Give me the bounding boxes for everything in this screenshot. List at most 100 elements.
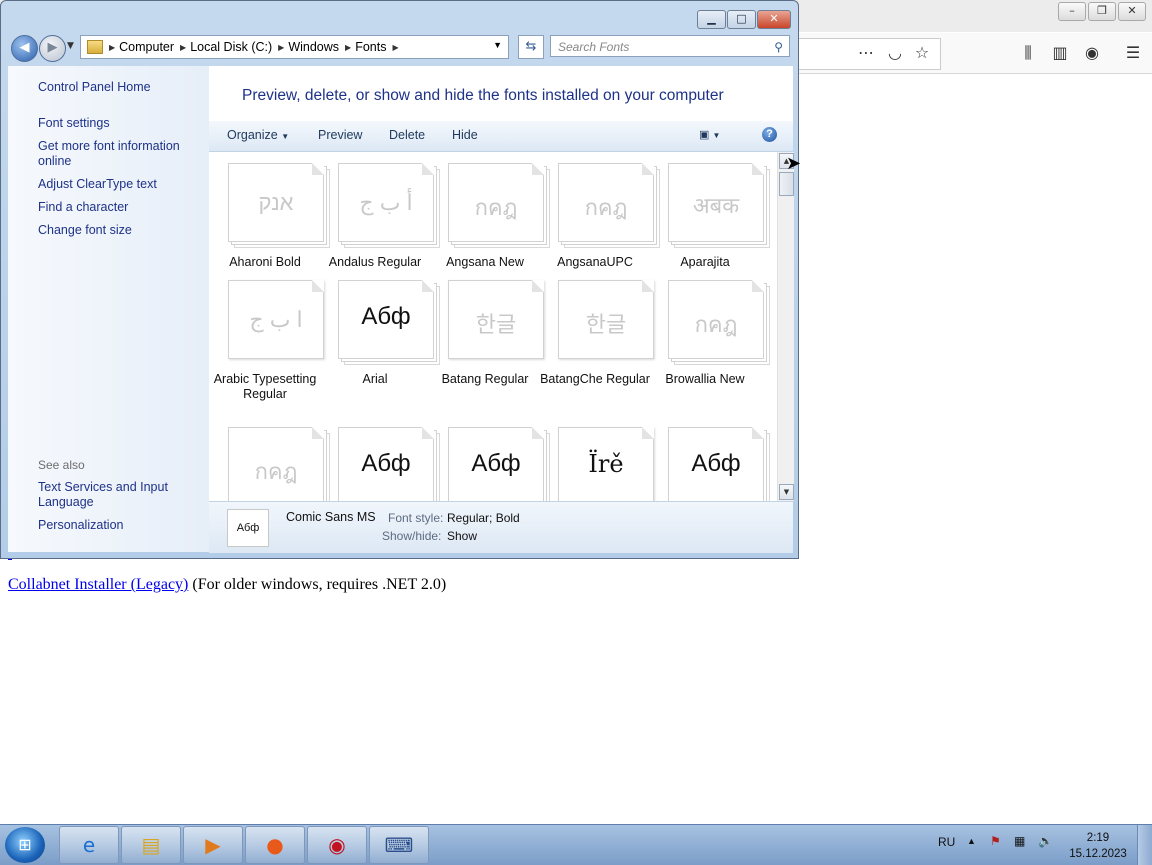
font-page-icon: अबक [668,163,764,242]
address-bar[interactable]: ▶ Computer ▶ Local Disk (C:) ▶ Windows ▶… [80,35,509,59]
minimize-button[interactable]: ▁ [697,10,726,29]
clock-date: 15.12.2023 [1069,848,1127,860]
chevron-down-icon: ▼ [712,131,721,140]
font-sample: Абф [361,450,411,477]
scroll-down-button[interactable]: ▼ [779,484,794,500]
forward-button[interactable]: ▶ [39,35,66,62]
breadcrumb-computer[interactable]: Computer [119,40,174,54]
menu-icon[interactable]: ☰ [1122,43,1144,62]
preview-button[interactable]: Preview [318,128,362,142]
start-button[interactable]: ⊞ [5,827,45,863]
file-explorer-icon[interactable]: ▤ [121,826,181,864]
command-bar: Organize ▼ Preview Delete Hide ▣ ▼ ? [209,121,793,152]
font-settings-link[interactable]: Font settings [38,116,203,131]
page-title: Preview, delete, or show and hide the fo… [242,87,724,104]
find-character-link[interactable]: Find a character [38,200,203,215]
show-desktop-button[interactable] [1137,825,1152,865]
language-indicator[interactable]: RU [938,835,955,849]
font-style-label: Font style: [388,511,444,525]
search-icon[interactable]: ⚲ [774,36,783,58]
collabnet-installer-link[interactable]: Collabnet Installer (Legacy) [8,576,188,593]
organize-button[interactable]: Organize ▼ [227,128,289,142]
maximize-button[interactable]: □ [727,10,756,29]
pocket-icon[interactable]: ◡ [884,43,906,62]
firefox-icon[interactable]: ● [245,826,305,864]
font-name: Browallia New [665,372,745,386]
selected-font-icon: Абф [227,509,269,547]
breadcrumb-fonts[interactable]: Fonts [355,40,386,54]
browser-close-button[interactable]: ✕ [1118,2,1146,21]
vertical-scrollbar[interactable]: ▲ ▼ [777,152,794,501]
mouse-cursor-icon: ➤ [786,153,802,174]
see-also-heading: See also [38,458,85,472]
details-pane: Абф Comic Sans MS Font style: Regular; B… [209,501,793,553]
browser-minimize-button[interactable]: – [1058,2,1086,21]
font-sample: أ ب ج [359,190,413,215]
font-sample: אנק [258,190,294,215]
font-page-icon: אנק [228,163,324,242]
browser-restore-button[interactable]: ❐ [1088,2,1116,21]
media-player-icon[interactable]: ▶ [183,826,243,864]
clock[interactable]: 2:19 15.12.2023 [1066,830,1130,862]
account-icon[interactable]: ◉ [1081,43,1103,62]
font-page-icon: Абф [668,427,764,501]
scroll-thumb[interactable] [779,172,794,196]
font-page-icon: 한글 [448,280,544,359]
view-icon: ▣ [699,129,710,141]
close-button[interactable]: ✕ [757,10,791,29]
show-hidden-icons-icon[interactable]: ▲ [967,836,976,846]
control-panel-home-link[interactable]: Control Panel Home [38,80,203,95]
hide-button[interactable]: Hide [452,128,478,142]
adjust-cleartype-link[interactable]: Adjust ClearType text [38,177,203,192]
chevron-down-icon: ▼ [281,132,290,141]
volume-muted-icon[interactable]: 🔈 [1038,834,1053,848]
personalization-link[interactable]: Personalization [38,518,203,533]
change-font-size-link[interactable]: Change font size [38,223,203,238]
chevron-right-icon: ▶ [278,42,285,52]
breadcrumb-local-disk[interactable]: Local Disk (C:) [190,40,272,54]
fonts-window: ▁ □ ✕ ◀ ▶ ▼ ▶ Computer ▶ Local Disk (C:)… [0,0,799,559]
back-button[interactable]: ◀ [11,35,38,62]
help-icon[interactable]: ? [762,127,777,142]
text-services-link[interactable]: Text Services and Input Language [38,480,203,510]
sidebar-icon[interactable]: ▥ [1049,43,1071,62]
content-area: Preview, delete, or show and hide the fo… [209,66,794,553]
search-input[interactable]: Search Fonts ⚲ [550,35,790,57]
delete-button[interactable]: Delete [389,128,425,142]
font-page-icon: أ ب ج [338,163,434,242]
change-view-button[interactable]: ▣ ▼ [699,128,720,141]
font-sample: Ïrě [588,450,624,478]
font-name: Aparajita [680,255,730,269]
network-icon[interactable]: ▦ [1014,834,1025,848]
library-icon[interactable]: ⫼ [1017,43,1039,63]
search-placeholder: Search Fonts [558,40,630,54]
more-font-info-link[interactable]: Get more font information online [38,139,203,169]
page-note: (For older windows, requires .NET 2.0) [188,576,447,593]
folder-icon [87,40,103,54]
font-sample: 한글 [475,312,517,337]
bookmark-star-icon[interactable]: ☆ [911,43,933,62]
address-dropdown-icon[interactable]: ▼ [493,40,502,50]
more-actions-icon[interactable]: ⋯ [855,43,877,62]
breadcrumb-windows[interactable]: Windows [288,40,339,54]
refresh-button[interactable]: ⇆ [518,35,544,59]
on-screen-keyboard-icon[interactable]: ⌨ [369,826,429,864]
font-sample: Абф [691,450,741,477]
recent-pages-dropdown-icon[interactable]: ▼ [67,41,74,51]
task-pane: Control Panel Home Font settings Get mor… [8,66,209,552]
font-style-value: Regular; Bold [447,511,520,525]
font-sample: Абф [361,303,411,330]
show-hide-value: Show [447,529,478,543]
action-center-flag-icon[interactable]: ⚑ [990,834,1001,848]
font-page-icon: 한글 [558,280,654,359]
show-hide-label: Show/hide: [382,529,442,543]
chevron-right-icon: ▶ [345,42,352,52]
font-page-icon: Абф [338,427,434,501]
recorder-icon[interactable]: ◉ [307,826,367,864]
organize-label: Organize [227,128,278,142]
internet-explorer-icon[interactable]: e [59,826,119,864]
taskbar: ⊞ e ▤ ▶ ● ◉ ⌨ RU ▲ ⚑ ▦ 🔈 2:19 15.12.2023 [0,824,1152,865]
font-sample: 한글 [585,312,627,337]
font-page-icon: กคฎ [448,163,544,242]
font-sample: กคฎ [584,195,628,220]
